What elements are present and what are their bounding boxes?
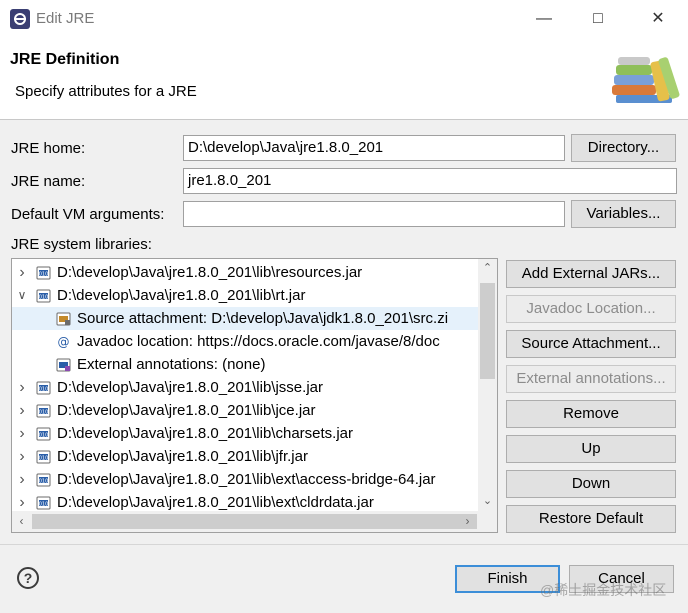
source-attachment-button[interactable]: Source Attachment...	[506, 330, 676, 358]
jar-icon: 010	[36, 289, 51, 303]
minimize-icon[interactable]: —	[532, 8, 556, 30]
header-title: JRE Definition	[10, 51, 120, 68]
tree-row-label: D:\develop\Java\jre1.8.0_201\lib\ext\cld…	[57, 494, 374, 511]
tree-row[interactable]: › 010 D:\develop\Java\jre1.8.0_201\lib\jfr…	[12, 445, 479, 468]
svg-text:@: @	[58, 335, 70, 349]
tree-row-label: D:\develop\Java\jre1.8.0_201\lib\jce.jar	[57, 402, 316, 419]
jre-home-label: JRE home:	[11, 140, 86, 157]
vm-args-input[interactable]	[183, 201, 565, 227]
jar-icon: 010	[36, 450, 51, 464]
horizontal-scrollbar[interactable]: ‹ ›	[12, 511, 497, 532]
tree-row-label: D:\develop\Java\jre1.8.0_201\lib\resourc…	[57, 264, 363, 281]
horizontal-scroll-thumb[interactable]	[32, 514, 477, 529]
chevron-right-icon[interactable]: ›	[16, 261, 28, 284]
svg-text:010: 010	[39, 455, 49, 461]
jar-icon: 010	[36, 473, 51, 487]
chevron-right-icon[interactable]: ›	[16, 445, 28, 468]
footer-separator	[0, 544, 688, 545]
svg-text:010: 010	[39, 501, 49, 507]
chevron-down-icon[interactable]: ∨	[16, 284, 28, 307]
jar-icon: 010	[36, 266, 51, 280]
tree-row[interactable]: › 010 D:\develop\Java\jre1.8.0_201\lib\jce…	[12, 399, 479, 422]
restore-default-button[interactable]: Restore Default	[506, 505, 676, 533]
dialog-header: JRE Definition Specify attributes for a …	[0, 38, 688, 120]
vertical-scrollbar[interactable]: ⌃ ⌄	[478, 259, 497, 511]
scroll-left-icon[interactable]: ‹	[12, 512, 31, 531]
up-button[interactable]: Up	[506, 435, 676, 463]
svg-text:010: 010	[39, 386, 49, 392]
tree-row-label: D:\develop\Java\jre1.8.0_201\lib\ext\acc…	[57, 471, 436, 488]
down-button[interactable]: Down	[506, 470, 676, 498]
javadoc-icon: @	[58, 335, 70, 349]
scroll-right-icon[interactable]: ›	[458, 512, 477, 531]
jar-icon: 010	[36, 496, 51, 510]
close-icon[interactable]: ✕	[646, 8, 670, 30]
source-attachment-icon	[56, 312, 71, 326]
help-icon[interactable]: ?	[17, 567, 39, 589]
jar-icon: 010	[36, 404, 51, 418]
jre-name-label: JRE name:	[11, 173, 86, 190]
svg-text:010: 010	[39, 478, 49, 484]
tree-rows: › 010 D:\develop\Java\jre1.8.0_201\lib\res…	[12, 261, 479, 511]
directory-button[interactable]: Directory...	[571, 134, 676, 162]
chevron-right-icon[interactable]: ›	[16, 376, 28, 399]
tree-row[interactable]: › 010 D:\develop\Java\jre1.8.0_201\lib\jss…	[12, 376, 479, 399]
tree-row[interactable]: External annotations: (none)	[12, 353, 479, 376]
tree-row[interactable]: › 010 D:\develop\Java\jre1.8.0_201\lib\res…	[12, 261, 479, 284]
svg-text:010: 010	[39, 271, 49, 277]
window-title: Edit JRE	[36, 10, 95, 27]
watermark: @稀土掘金技术社区	[540, 582, 667, 598]
variables-button[interactable]: Variables...	[571, 200, 676, 228]
vertical-scroll-thumb[interactable]	[480, 283, 495, 379]
tree-row-label: D:\develop\Java\jre1.8.0_201\lib\rt.jar	[57, 287, 306, 304]
vm-args-label: Default VM arguments:	[11, 206, 165, 223]
chevron-right-icon[interactable]: ›	[16, 399, 28, 422]
libraries-tree[interactable]: › 010 D:\develop\Java\jre1.8.0_201\lib\res…	[11, 258, 498, 533]
jre-name-input[interactable]: jre1.8.0_201	[183, 168, 677, 194]
scroll-down-icon[interactable]: ⌄	[478, 492, 497, 511]
chevron-right-icon[interactable]: ›	[16, 468, 28, 491]
jre-home-input[interactable]: D:\develop\Java\jre1.8.0_201	[183, 135, 565, 161]
chevron-right-icon[interactable]: ›	[16, 422, 28, 445]
annotations-icon	[56, 358, 71, 372]
tree-row-label: Source attachment: D:\develop\Java\jdk1.…	[77, 310, 449, 327]
tree-row[interactable]: › 010 D:\develop\Java\jre1.8.0_201\lib\ext…	[12, 491, 479, 511]
tree-row-selected[interactable]: Source attachment: D:\develop\Java\jdk1.…	[12, 307, 479, 330]
javadoc-location-button[interactable]: Javadoc Location...	[506, 295, 676, 323]
tree-row-label: D:\develop\Java\jre1.8.0_201\lib\charset…	[57, 425, 354, 442]
title-bar: Edit JRE — □ ✕	[0, 0, 688, 38]
remove-button[interactable]: Remove	[506, 400, 676, 428]
chevron-right-icon[interactable]: ›	[16, 491, 28, 511]
libraries-label: JRE system libraries:	[11, 236, 152, 253]
header-subtitle: Specify attributes for a JRE	[15, 83, 197, 100]
svg-text:010: 010	[39, 432, 49, 438]
tree-row-label: D:\develop\Java\jre1.8.0_201\lib\jsse.ja…	[57, 379, 323, 396]
jar-icon: 010	[36, 427, 51, 441]
tree-row-label: External annotations: (none)	[77, 356, 266, 373]
tree-row-label: Javadoc location: https://docs.oracle.co…	[77, 333, 440, 350]
jar-icon: 010	[36, 381, 51, 395]
tree-row[interactable]: › 010 D:\develop\Java\jre1.8.0_201\lib\ext…	[12, 468, 479, 491]
add-external-jars-button[interactable]: Add External JARs...	[506, 260, 676, 288]
tree-row[interactable]: @ Javadoc location: https://docs.oracle.c…	[12, 330, 479, 353]
scroll-up-icon[interactable]: ⌃	[478, 259, 497, 278]
eclipse-app-icon	[10, 9, 30, 29]
svg-text:010: 010	[39, 409, 49, 415]
tree-row-label: D:\develop\Java\jre1.8.0_201\lib\jfr.jar	[57, 448, 308, 465]
svg-text:010: 010	[39, 294, 49, 300]
maximize-icon[interactable]: □	[586, 8, 610, 30]
tree-row[interactable]: › 010 D:\develop\Java\jre1.8.0_201\lib\cha…	[12, 422, 479, 445]
books-icon	[612, 57, 680, 103]
external-annotations-button[interactable]: External annotations...	[506, 365, 676, 393]
tree-row[interactable]: ∨ 010 D:\develop\Java\jre1.8.0_201\lib\rt.…	[12, 284, 479, 307]
